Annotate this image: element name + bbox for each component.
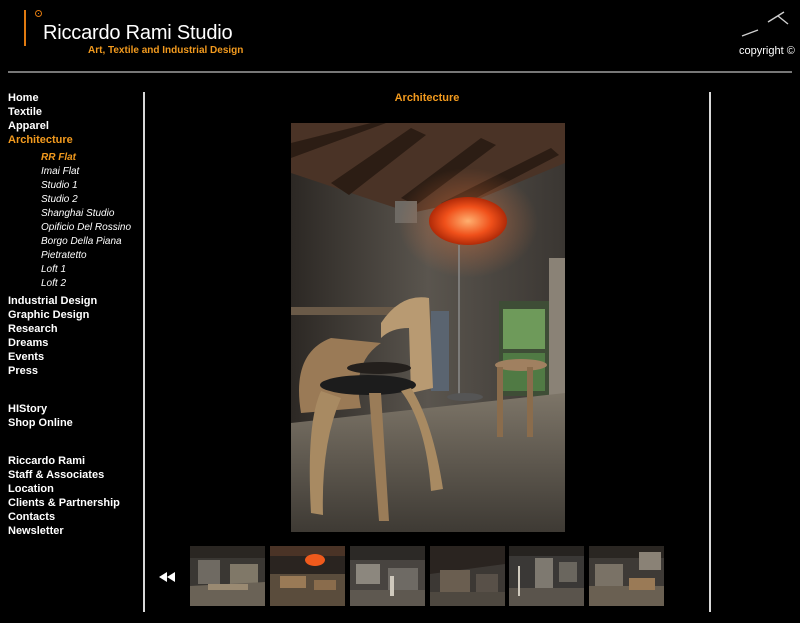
nav-item-textile[interactable]: Textile [8, 105, 148, 119]
subnav-item-studio-1[interactable]: Studio 1 [41, 179, 148, 193]
nav-item-shop-online[interactable]: Shop Online [8, 416, 148, 430]
thumbnail-4[interactable] [430, 546, 505, 606]
content-divider-left [143, 92, 145, 612]
rewind-icon[interactable] [159, 571, 175, 583]
site-title[interactable]: Riccardo Rami Studio [43, 22, 233, 45]
site-subtitle: Art, Textile and Industrial Design [88, 45, 244, 56]
thumbnail-5[interactable] [509, 546, 584, 606]
content-divider-right [709, 92, 711, 612]
subnav-item-rr-flat[interactable]: RR Flat [41, 151, 148, 165]
subnav-item-loft-2[interactable]: Loft 2 [41, 277, 148, 291]
nav-item-apparel[interactable]: Apparel [8, 119, 148, 133]
subnav-item-studio-2[interactable]: Studio 2 [41, 193, 148, 207]
nav-item-research[interactable]: Research [8, 322, 148, 336]
copyright-link[interactable]: copyright © [739, 45, 795, 57]
logo-bar [24, 10, 26, 46]
registered-mark-icon [35, 10, 42, 17]
thumbnail-2[interactable] [270, 546, 345, 606]
nav-item-staff-associates[interactable]: Staff & Associates [8, 468, 148, 482]
thumbnail-3[interactable] [350, 546, 425, 606]
nav-item-history[interactable]: HIStory [8, 402, 148, 416]
nav-item-architecture[interactable]: Architecture [8, 133, 148, 147]
nav-item-contacts[interactable]: Contacts [8, 510, 148, 524]
nav-item-press[interactable]: Press [8, 364, 148, 378]
nav-item-dreams[interactable]: Dreams [8, 336, 148, 350]
nav-item-clients-partnership[interactable]: Clients & Partnership [8, 496, 148, 510]
subnav-item-imai-flat[interactable]: Imai Flat [41, 165, 148, 179]
architecture-submenu: RR Flat Imai Flat Studio 1 Studio 2 Shan… [8, 147, 148, 294]
nav-item-graphic-design[interactable]: Graphic Design [8, 308, 148, 322]
thumbnail-6[interactable] [589, 546, 664, 606]
subnav-item-opificio-del-rossino[interactable]: Opificio Del Rossino [41, 221, 148, 235]
main-photo [291, 123, 565, 532]
nav-item-newsletter[interactable]: Newsletter [8, 524, 148, 538]
nav-item-riccardo-rami[interactable]: Riccardo Rami [8, 454, 148, 468]
nav-item-home[interactable]: Home [8, 91, 148, 105]
subnav-item-borgo-della-piana[interactable]: Borgo Della Piana [41, 235, 148, 249]
subnav-item-pietratetto[interactable]: Pietratetto [41, 249, 148, 263]
subnav-item-loft-1[interactable]: Loft 1 [41, 263, 148, 277]
thumbnail-1[interactable] [190, 546, 265, 606]
subnav-item-shanghai-studio[interactable]: Shanghai Studio [41, 207, 148, 221]
section-title: Architecture [394, 92, 460, 104]
left-nav: Home Textile Apparel Architecture RR Fla… [8, 91, 148, 538]
nav-item-events[interactable]: Events [8, 350, 148, 364]
signature-icon [741, 11, 789, 37]
nav-item-industrial-design[interactable]: Industrial Design [8, 294, 148, 308]
header-divider [8, 71, 792, 73]
nav-item-location[interactable]: Location [8, 482, 148, 496]
